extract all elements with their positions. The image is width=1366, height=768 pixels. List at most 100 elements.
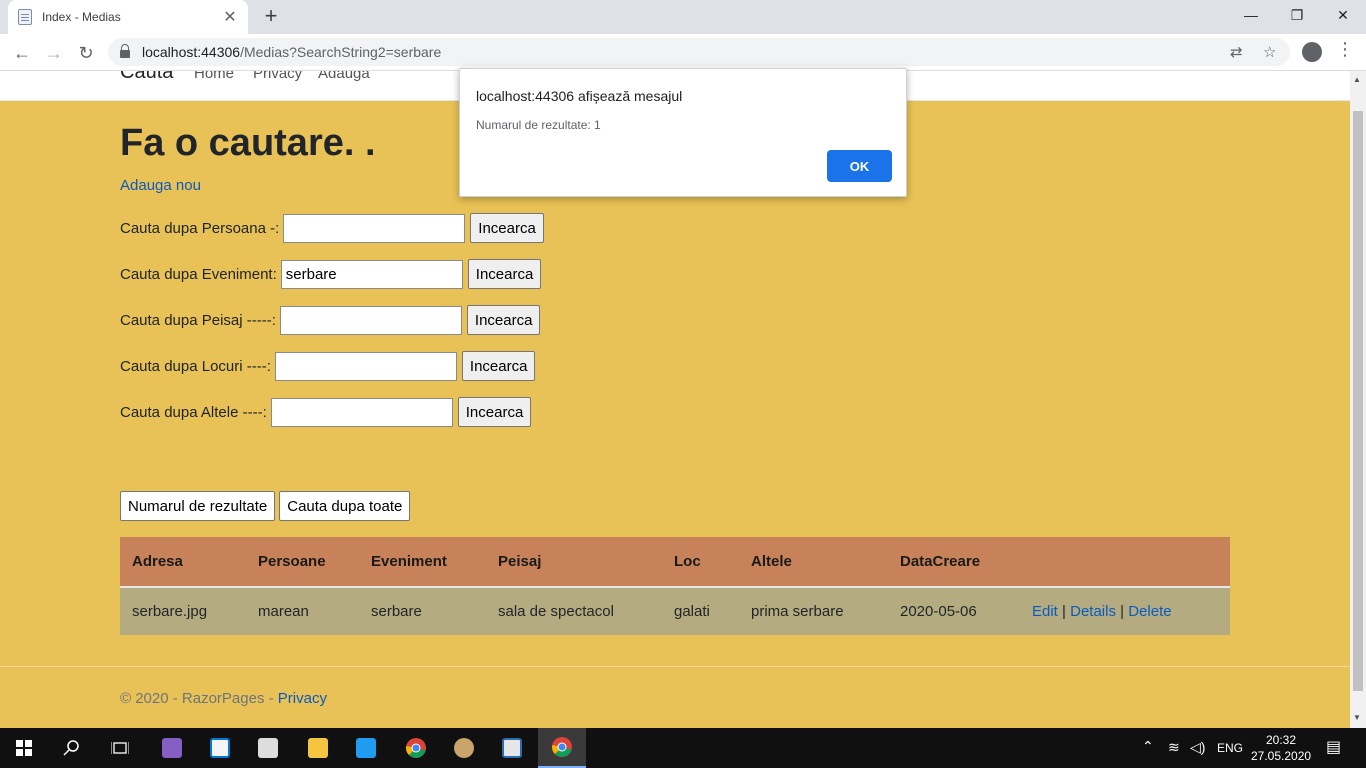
browser-tab[interactable]: Index - Medias ✕ <box>8 0 248 34</box>
nav-adauga[interactable]: Adauga <box>318 71 370 82</box>
column-header-actions <box>1020 537 1230 588</box>
profile-icon[interactable] <box>1302 42 1322 62</box>
address-bar[interactable]: localhost:44306/Medias?SearchString2=ser… <box>108 38 1290 66</box>
results-table: Adresa Persoane Eveniment Peisaj Loc Alt… <box>120 537 1230 635</box>
search-persoana-input[interactable] <box>283 213 466 243</box>
browser-toolbar: ← → ↻ localhost:44306/Medias?SearchStrin… <box>0 34 1366 71</box>
search-locuri-button[interactable]: Incearca <box>461 351 536 381</box>
chevron-up-icon[interactable]: ⌃ <box>1142 738 1154 755</box>
paint-icon[interactable] <box>440 728 488 768</box>
window-close-icon[interactable]: ✕ <box>1320 0 1366 30</box>
wifi-icon[interactable]: ≋ <box>1168 739 1180 756</box>
scroll-down-icon[interactable]: ▼ <box>1353 713 1361 722</box>
edit-link[interactable]: Edit <box>1032 603 1058 620</box>
file-explorer-icon[interactable] <box>294 728 342 768</box>
page-title: Fa o cautare. . <box>120 122 376 164</box>
cell-datacreare: 2020-05-06 <box>888 587 1020 635</box>
chrome-active-icon[interactable] <box>538 728 586 768</box>
cell-altele: prima serbare <box>739 587 888 635</box>
reload-icon[interactable]: ↻ <box>72 39 100 67</box>
search-all-button[interactable]: Cauta dupa toate <box>279 491 411 521</box>
store-icon[interactable] <box>196 728 244 768</box>
back-icon[interactable]: ← <box>8 39 36 67</box>
cell-loc: galati <box>662 587 739 635</box>
translate-icon[interactable]: ⇄ <box>1230 43 1243 61</box>
app-window-icon[interactable] <box>488 728 536 768</box>
tab-title: Index - Medias <box>42 10 121 24</box>
column-header: Loc <box>662 537 739 588</box>
scrollbar[interactable]: ▲ ▼ <box>1350 71 1366 728</box>
language-indicator[interactable]: ENG <box>1217 741 1243 755</box>
dialog-message: Numarul de rezultate: 1 <box>476 118 601 132</box>
cell-eveniment: serbare <box>359 587 486 635</box>
column-header: Altele <box>739 537 888 588</box>
search-label: Cauta dupa Locuri ----: <box>120 357 271 375</box>
search-label: Cauta dupa Peisaj -----: <box>120 311 276 329</box>
bottom-buttons: Numarul de rezultate Cauta dupa toate <box>120 491 414 521</box>
footer: © 2020 - RazorPages - Privacy <box>120 690 327 707</box>
cell-actions: Edit | Details | Delete <box>1020 587 1230 635</box>
brand[interactable]: Cauta <box>120 71 173 84</box>
footer-privacy-link[interactable]: Privacy <box>278 690 327 707</box>
column-header: Adresa <box>120 537 246 588</box>
search-peisaj-button[interactable]: Incearca <box>466 305 541 335</box>
notification-icon[interactable]: ▤ <box>1326 737 1341 757</box>
task-view-icon[interactable] <box>96 728 144 768</box>
search-locuri-input[interactable] <box>274 351 457 381</box>
lock-icon <box>120 44 130 58</box>
alert-dialog: localhost:44306 afișează mesajul Numarul… <box>459 68 907 197</box>
search-eveniment-button[interactable]: Incearca <box>467 259 542 289</box>
nav-home[interactable]: Home <box>194 71 234 82</box>
search-label: Cauta dupa Eveniment: <box>120 265 277 283</box>
nav-privacy[interactable]: Privacy <box>253 71 302 82</box>
column-header: Eveniment <box>359 537 486 588</box>
search-persoana-button[interactable]: Incearca <box>470 213 544 243</box>
count-results-button[interactable]: Numarul de rezultate <box>120 491 276 521</box>
search-row-eveniment: Cauta dupa Eveniment: Incearca <box>120 259 542 289</box>
delete-link[interactable]: Delete <box>1128 603 1171 620</box>
search-row-persoana: Cauta dupa Persoana -: Incearca <box>120 213 544 243</box>
scroll-thumb[interactable] <box>1353 111 1363 691</box>
forward-icon[interactable]: → <box>40 39 68 67</box>
search-eveniment-input[interactable] <box>280 259 463 289</box>
star-icon[interactable]: ☆ <box>1263 43 1276 61</box>
url-path: /Medias?SearchString2=serbare <box>240 44 442 60</box>
search-altele-input[interactable] <box>270 397 453 427</box>
column-header: Peisaj <box>486 537 662 588</box>
new-tab-icon[interactable]: + <box>258 3 284 29</box>
add-new-link[interactable]: Adauga nou <box>120 177 201 194</box>
footer-divider <box>0 666 1350 667</box>
visual-studio-icon[interactable] <box>148 728 196 768</box>
minimize-icon[interactable]: — <box>1228 0 1274 30</box>
search-row-peisaj: Cauta dupa Peisaj -----: Incearca <box>120 305 541 335</box>
search-peisaj-input[interactable] <box>279 305 462 335</box>
clock-time[interactable]: 20:32 <box>1266 733 1296 747</box>
ok-button[interactable]: OK <box>827 150 892 182</box>
search-altele-button[interactable]: Incearca <box>457 397 532 427</box>
table-header-row: Adresa Persoane Eveniment Peisaj Loc Alt… <box>120 537 1230 588</box>
separator: | <box>1062 603 1066 620</box>
search-icon[interactable] <box>48 728 96 768</box>
search-label: Cauta dupa Persoana -: <box>120 219 280 237</box>
scroll-up-icon[interactable]: ▲ <box>1353 75 1361 84</box>
details-link[interactable]: Details <box>1070 603 1116 620</box>
volume-icon[interactable]: ◁) <box>1190 739 1205 756</box>
calculator-icon[interactable] <box>244 728 292 768</box>
cell-persoane: marean <box>246 587 359 635</box>
search-label: Cauta dupa Altele ----: <box>120 403 267 421</box>
search-row-altele: Cauta dupa Altele ----: Incearca <box>120 397 532 427</box>
menu-dots-icon[interactable]: ⋮ <box>1336 40 1354 58</box>
column-header: DataCreare <box>888 537 1020 588</box>
column-header: Persoane <box>246 537 359 588</box>
restore-icon[interactable]: ❐ <box>1274 0 1320 30</box>
search-row-locuri: Cauta dupa Locuri ----: Incearca <box>120 351 536 381</box>
page-icon <box>18 9 32 25</box>
separator: | <box>1120 603 1125 620</box>
footer-text: © 2020 - RazorPages - <box>120 690 278 707</box>
vscode-icon[interactable] <box>342 728 390 768</box>
taskbar: ⌃ ≋ ◁) ENG 20:32 27.05.2020 ▤ <box>0 728 1366 768</box>
windows-start-icon[interactable] <box>0 728 48 768</box>
close-icon[interactable]: ✕ <box>222 7 238 27</box>
clock-date[interactable]: 27.05.2020 <box>1251 749 1311 763</box>
chrome-icon[interactable] <box>392 728 440 768</box>
